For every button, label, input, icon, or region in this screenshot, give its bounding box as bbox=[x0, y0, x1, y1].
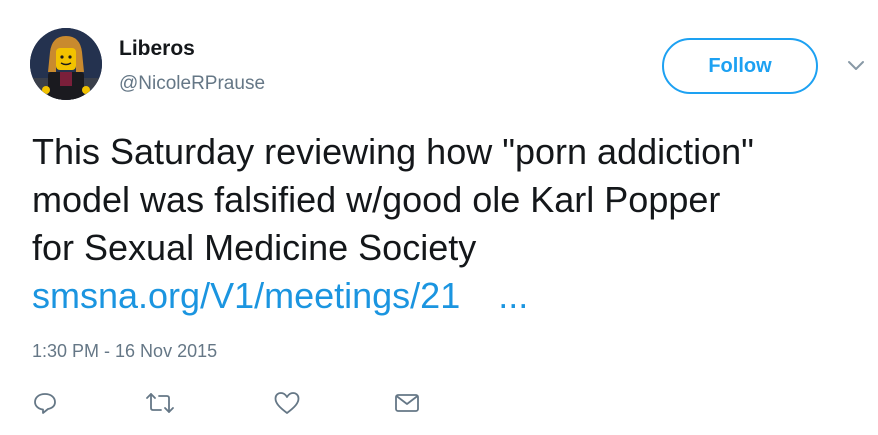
tweet-timestamp[interactable]: 1:30 PM - 16 Nov 2015 bbox=[32, 340, 217, 362]
direct-message-icon[interactable] bbox=[392, 388, 422, 418]
more-options-chevron-down-icon[interactable] bbox=[844, 56, 868, 76]
lego-minifigure-avatar-icon bbox=[30, 28, 102, 100]
tweet-card: Liberos @NicoleRPrause Follow This Satur… bbox=[0, 0, 878, 435]
tweet-link[interactable]: smsna.org/V1/meetings/21 bbox=[32, 275, 460, 316]
reply-icon[interactable] bbox=[30, 388, 60, 418]
tweet-actions bbox=[0, 388, 878, 418]
author-handle[interactable]: @NicoleRPrause bbox=[119, 72, 265, 96]
tweet-text-line: for Sexual Medicine Society bbox=[32, 227, 477, 268]
follow-button[interactable]: Follow bbox=[662, 38, 818, 94]
avatar[interactable] bbox=[30, 28, 102, 100]
tweet-text-line: This Saturday reviewing how "porn addict… bbox=[32, 131, 754, 172]
like-heart-icon[interactable] bbox=[272, 388, 302, 418]
tweet-text-line: model was falsified w/good ole Karl Popp… bbox=[32, 179, 721, 220]
tweet-link-line: smsna.org/V1/meetings/21... bbox=[32, 272, 862, 320]
retweet-icon[interactable] bbox=[145, 388, 175, 418]
tweet-link-ellipsis[interactable]: ... bbox=[498, 275, 528, 316]
author-display-name[interactable]: Liberos bbox=[119, 36, 195, 62]
tweet-text: This Saturday reviewing how "porn addict… bbox=[32, 128, 862, 320]
